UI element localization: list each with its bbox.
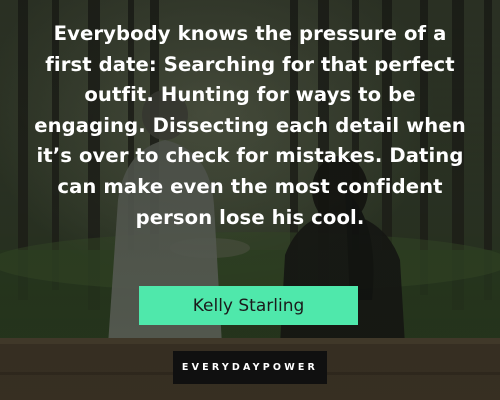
brand-logo: EVERYDAY POWER (173, 351, 327, 384)
quote-line: Everybody knows the pressure of a (53, 22, 447, 45)
brand-word-power: POWER (262, 362, 319, 373)
author-name: Kelly Starling (192, 295, 305, 316)
quote-line: it’s over to check for mistakes. Dating (36, 144, 464, 168)
quote-text: Everybody knows the pressure of a first … (14, 19, 486, 233)
author-badge: Kelly Starling (139, 286, 358, 325)
quote-line: engaging. Dissecting each detail when (34, 113, 466, 137)
quote-line: can make even the most confident (57, 174, 443, 198)
quote-card: Everybody knows the pressure of a first … (0, 0, 500, 400)
quote-line: outfit. Hunting for ways to be (84, 83, 416, 107)
quote-line: first date: Searching for that perfect (45, 52, 455, 76)
brand-word-everyday: EVERYDAY (181, 362, 263, 373)
quote-line: person lose his cool. (135, 205, 365, 229)
